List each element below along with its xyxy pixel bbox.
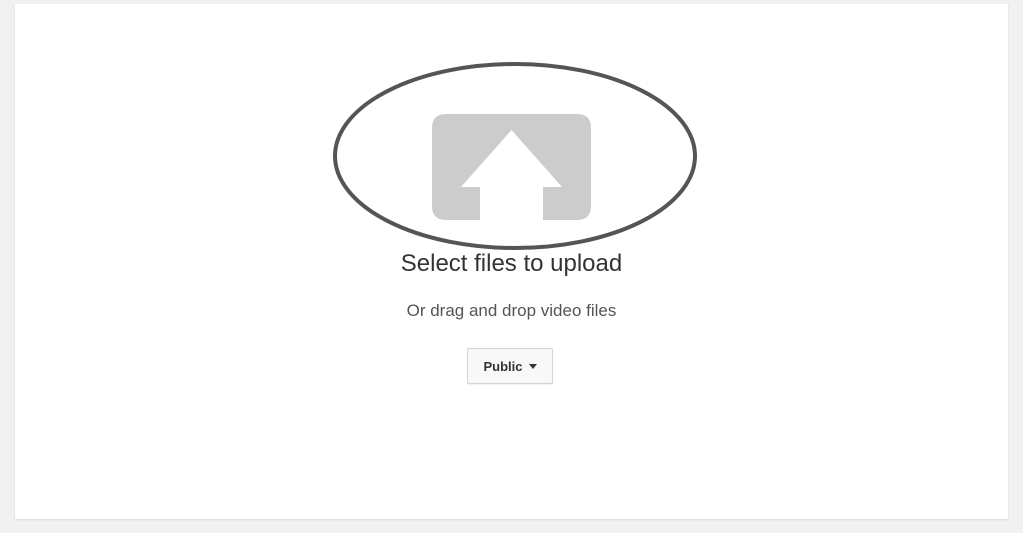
upload-icon-shape — [432, 114, 591, 220]
chevron-down-icon — [528, 363, 537, 369]
upload-drop-zone[interactable]: Select files to upload Or drag and drop … — [15, 4, 1008, 519]
upload-page: Select files to upload Or drag and drop … — [0, 0, 1023, 533]
upload-arrow-icon[interactable] — [432, 114, 591, 220]
upload-subtitle: Or drag and drop video files — [406, 301, 617, 320]
upload-card: Select files to upload Or drag and drop … — [15, 4, 1008, 519]
privacy-selected-label: Public — [483, 358, 523, 374]
upload-title: Select files to upload — [400, 250, 623, 277]
privacy-dropdown-button[interactable]: Public — [467, 348, 553, 384]
